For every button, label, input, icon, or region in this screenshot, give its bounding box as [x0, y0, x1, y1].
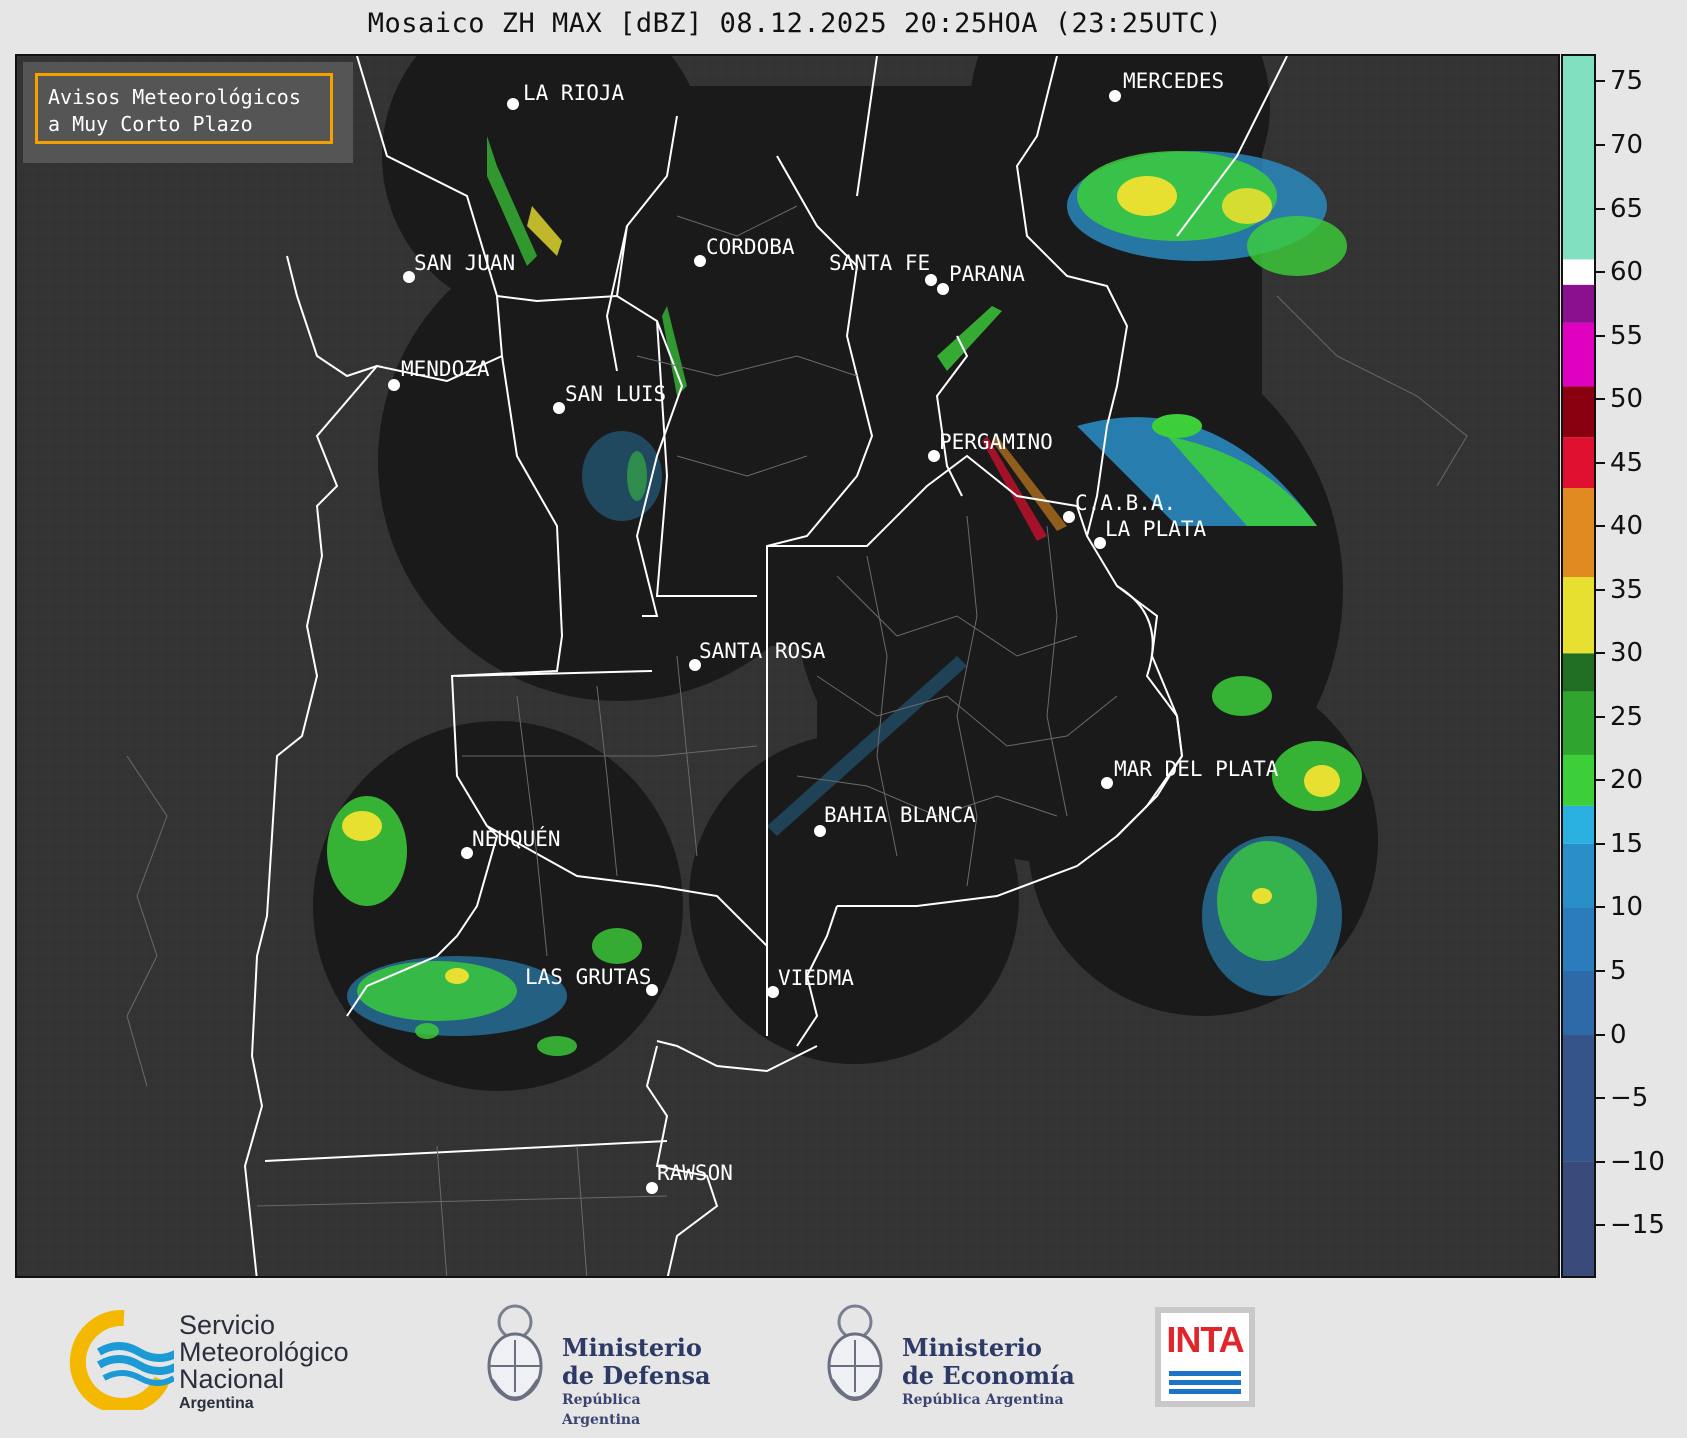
color-scale-band [1563, 386, 1594, 438]
color-scale-band [1563, 1161, 1594, 1276]
color-scale-tick [1596, 143, 1605, 146]
color-scale-tick [1596, 970, 1605, 972]
color-scale-tick-label: 20 [1610, 765, 1644, 796]
inta-logo: INTA [1155, 1307, 1255, 1407]
color-scale-tick-label: 65 [1610, 193, 1644, 224]
economia-logo: Ministerio de Economía República Argenti… [820, 1300, 1080, 1420]
color-scale-tick-label: 25 [1610, 701, 1644, 732]
color-scale-band [1563, 1034, 1594, 1162]
svg-text:SAN JUAN: SAN JUAN [414, 251, 515, 275]
svg-text:CORDOBA: CORDOBA [706, 235, 795, 259]
color-scale-tick-label: 75 [1610, 66, 1644, 97]
national-coat-of-arms-icon [827, 1304, 883, 1401]
color-scale-tick [1596, 271, 1605, 274]
color-scale-tick-label: 10 [1610, 892, 1644, 923]
color-scale-band [1563, 259, 1594, 285]
svg-text:VIEDMA: VIEDMA [778, 966, 854, 990]
color-scale-tick [1596, 1033, 1605, 1036]
color-scale-tick-label: 50 [1610, 384, 1644, 415]
color-scale-tick [1596, 1224, 1605, 1227]
color-scale-tick [1596, 588, 1605, 591]
svg-text:NEUQUÉN: NEUQUÉN [472, 826, 561, 851]
notice-line-2: a Muy Corto Plazo [48, 112, 253, 136]
svg-text:SAN LUIS: SAN LUIS [565, 382, 666, 406]
color-scale-band [1563, 437, 1594, 489]
color-scale-band [1563, 971, 1594, 1035]
svg-text:LA RIOJA: LA RIOJA [523, 81, 625, 105]
svg-text:SANTA ROSA: SANTA ROSA [699, 639, 826, 663]
color-scale-tick-label: −15 [1610, 1210, 1665, 1241]
color-scale-tick [1596, 715, 1605, 718]
notice-panel: Avisos Meteorológicos a Muy Corto Plazo [23, 62, 353, 163]
color-scale-band [1563, 284, 1594, 323]
color-scale-tick-label: 40 [1610, 511, 1644, 542]
color-scale-band [1563, 322, 1594, 387]
defensa-wordmark: Ministerio de Defensa República Argentin… [562, 1333, 711, 1429]
color-scale-tick [1596, 779, 1605, 782]
color-scale-tick [1596, 80, 1605, 83]
color-scale-bar [1561, 54, 1596, 1278]
color-scale-tick-label: 60 [1610, 257, 1644, 288]
svg-text:MERCEDES: MERCEDES [1123, 69, 1224, 93]
color-scale-tick [1596, 207, 1605, 210]
color-scale-band [1563, 56, 1594, 260]
notice-line-1: Avisos Meteorológicos [48, 85, 301, 109]
footer-logos: Servicio Meteorológico Nacional Argentin… [0, 1280, 1687, 1438]
economia-wordmark: Ministerio de Economía República Argenti… [902, 1333, 1075, 1409]
color-scale-tick-label: 5 [1610, 956, 1627, 986]
smn-wordmark: Servicio Meteorológico Nacional Argentin… [179, 1310, 349, 1413]
color-scale-tick [1596, 652, 1605, 655]
color-scale-tick [1596, 1097, 1605, 1100]
color-scale-band [1563, 653, 1594, 692]
color-scale-tick-label: 55 [1610, 320, 1644, 351]
color-scale-band [1563, 805, 1594, 844]
color-scale-tick-label: 15 [1610, 828, 1644, 859]
smn-logo: Servicio Meteorológico Nacional Argentin… [64, 1309, 394, 1414]
svg-text:C.A.B.A.: C.A.B.A. [1075, 491, 1176, 515]
color-scale-tick-label: 45 [1610, 447, 1644, 478]
color-scale-band [1563, 843, 1594, 908]
svg-text:LA PLATA: LA PLATA [1105, 517, 1207, 541]
notice-box: Avisos Meteorológicos a Muy Corto Plazo [35, 73, 333, 144]
color-scale-tick-label: −10 [1610, 1146, 1665, 1177]
color-scale-tick [1596, 398, 1605, 401]
color-scale-tick [1596, 842, 1605, 845]
smn-emblem-icon [69, 1309, 182, 1414]
color-scale-tick-label: 70 [1610, 129, 1644, 160]
svg-text:SANTA FE: SANTA FE [829, 251, 930, 275]
color-scale-tick [1596, 906, 1605, 909]
radar-coverage-neuquen [313, 721, 683, 1091]
radar-map-canvas: LA RIOJA SAN JUAN CORDOBA SANTA FE PARAN… [17, 56, 1558, 1276]
svg-text:RAWSON: RAWSON [657, 1161, 733, 1185]
radar-map[interactable]: LA RIOJA SAN JUAN CORDOBA SANTA FE PARAN… [15, 54, 1560, 1278]
color-scale-gradient [1563, 56, 1594, 1276]
svg-text:PARANA: PARANA [949, 262, 1025, 286]
map-title: Mosaico ZH MAX [dBZ] 08.12.2025 20:25HOA… [367, 8, 1223, 39]
svg-text:PERGAMINO: PERGAMINO [939, 430, 1053, 454]
color-scale-tick [1596, 1160, 1605, 1163]
national-coat-of-arms-icon [487, 1304, 543, 1401]
color-scale-band [1563, 907, 1594, 971]
color-scale-band [1563, 754, 1594, 806]
color-scale-tick [1596, 334, 1605, 337]
svg-text:BAHIA BLANCA: BAHIA BLANCA [824, 803, 976, 827]
color-scale-tick-label: 30 [1610, 638, 1644, 669]
color-scale-band [1563, 691, 1594, 755]
color-scale-tick-label: −5 [1610, 1083, 1649, 1114]
svg-text:MENDOZA: MENDOZA [401, 357, 490, 381]
color-scale-tick [1596, 525, 1605, 528]
color-scale-tick-label: 35 [1610, 574, 1644, 605]
defensa-logo: Ministerio de Defensa República Argentin… [480, 1300, 720, 1428]
color-scale-ticks: 75 70 65 60 55 50 45 40 35 30 25 20 15 10 5 0 −5 −10 −15 [1596, 54, 1686, 1278]
color-scale-tick-label: 0 [1610, 1019, 1627, 1050]
color-scale-tick [1596, 461, 1605, 464]
svg-text:MAR DEL PLATA: MAR DEL PLATA [1114, 757, 1279, 781]
svg-text:LAS GRUTAS: LAS GRUTAS [525, 965, 651, 989]
color-scale-band [1563, 488, 1594, 578]
inta-wordmark: INTA [1166, 1319, 1244, 1360]
color-scale-band [1563, 577, 1594, 654]
